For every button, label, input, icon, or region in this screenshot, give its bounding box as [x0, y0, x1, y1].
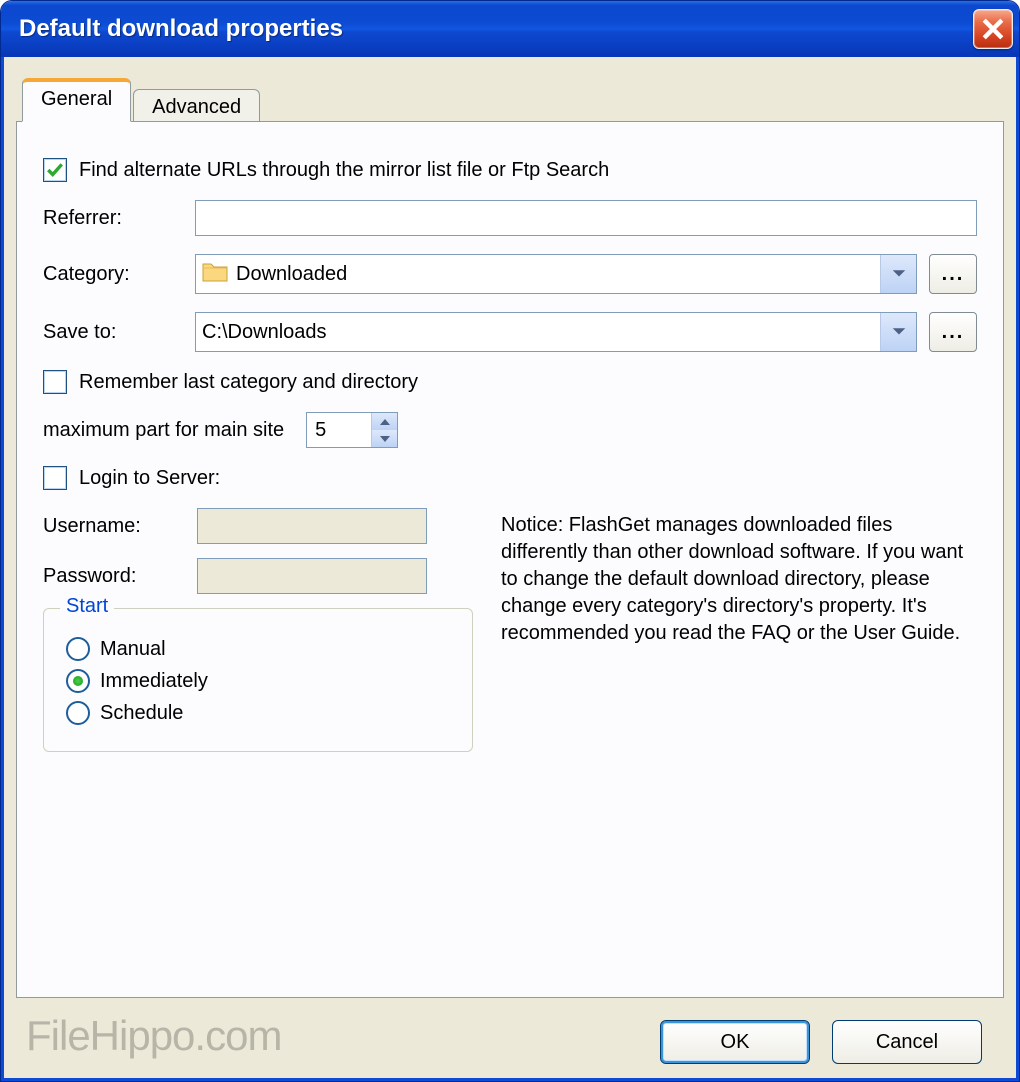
username-input[interactable] [197, 508, 427, 544]
login-checkbox[interactable] [43, 466, 67, 490]
category-label: Category: [43, 263, 183, 286]
close-icon [982, 18, 1004, 40]
login-label: Login to Server: [79, 467, 220, 490]
max-part-input[interactable] [307, 413, 371, 447]
max-part-spinner[interactable] [306, 412, 398, 448]
saveto-browse-button[interactable]: ... [929, 312, 977, 352]
start-group-title: Start [60, 595, 114, 618]
radio-immediately-label: Immediately [100, 670, 208, 693]
radio-immediately[interactable]: Immediately [66, 669, 450, 693]
radio-icon [66, 637, 90, 661]
spinner-up-button[interactable] [371, 413, 397, 430]
credentials-panel: Username: Password: Start Manual [43, 508, 473, 752]
close-button[interactable] [973, 9, 1013, 49]
notice-text: Notice: FlashGet manages downloaded file… [501, 508, 977, 752]
saveto-combo[interactable]: C:\Downloads [195, 312, 917, 352]
spinner-down-button[interactable] [371, 430, 397, 447]
client-area: General Advanced Find alternate URLs thr… [1, 57, 1019, 1081]
cancel-button[interactable]: Cancel [832, 1020, 982, 1064]
category-browse-button[interactable]: ... [929, 254, 977, 294]
chevron-down-icon [880, 313, 916, 351]
radio-schedule-label: Schedule [100, 702, 183, 725]
start-groupbox: Start Manual Immediately Schedule [43, 608, 473, 752]
tabpanel-general: Find alternate URLs through the mirror l… [16, 121, 1004, 998]
radio-manual-label: Manual [100, 638, 166, 661]
radio-icon [66, 669, 90, 693]
referrer-input[interactable] [195, 200, 977, 236]
radio-icon [66, 701, 90, 725]
remember-label: Remember last category and directory [79, 371, 418, 394]
chevron-down-icon [880, 255, 916, 293]
find-alternate-label: Find alternate URLs through the mirror l… [79, 159, 609, 182]
button-bar: OK Cancel [16, 998, 1004, 1064]
password-label: Password: [43, 565, 183, 588]
dialog-window: Default download properties General Adva… [0, 0, 1020, 1082]
folder-icon [202, 260, 228, 288]
tab-general[interactable]: General [22, 78, 131, 122]
password-input[interactable] [197, 558, 427, 594]
max-part-label: maximum part for main site [43, 419, 284, 442]
username-label: Username: [43, 515, 183, 538]
radio-schedule[interactable]: Schedule [66, 701, 450, 725]
window-title: Default download properties [19, 15, 343, 43]
ok-button[interactable]: OK [660, 1020, 810, 1064]
find-alternate-checkbox[interactable] [43, 158, 67, 182]
titlebar: Default download properties [1, 1, 1019, 57]
tabstrip: General Advanced [16, 77, 1004, 121]
category-value: Downloaded [236, 263, 880, 286]
referrer-label: Referrer: [43, 207, 183, 230]
radio-manual[interactable]: Manual [66, 637, 450, 661]
checkmark-icon [46, 161, 64, 179]
saveto-label: Save to: [43, 321, 183, 344]
remember-checkbox[interactable] [43, 370, 67, 394]
saveto-value: C:\Downloads [202, 321, 880, 344]
category-combo[interactable]: Downloaded [195, 254, 917, 294]
tab-advanced[interactable]: Advanced [133, 89, 260, 125]
